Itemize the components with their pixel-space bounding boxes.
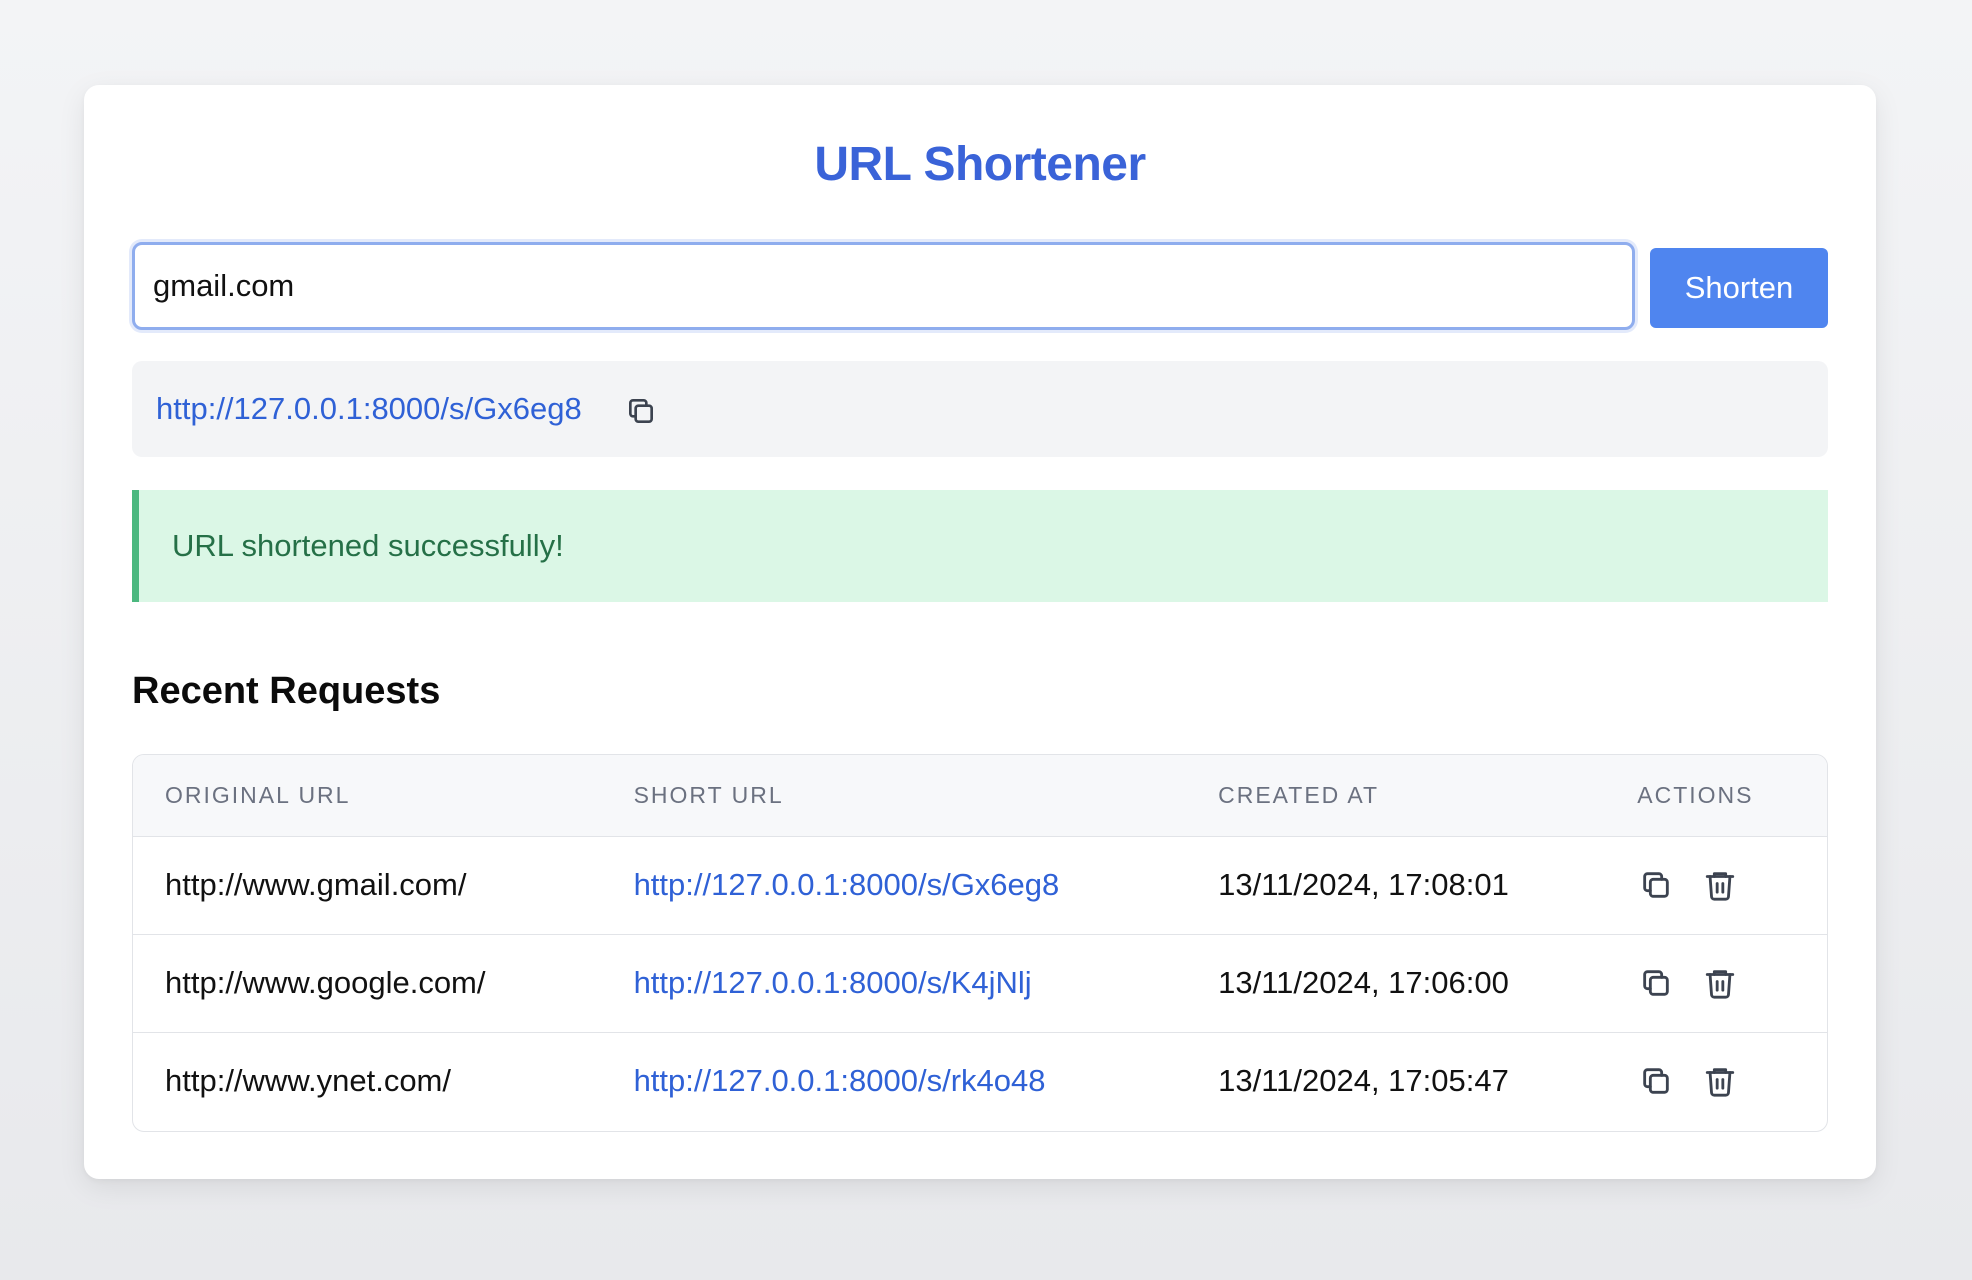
- url-input[interactable]: [132, 242, 1635, 330]
- shorten-button[interactable]: Shorten: [1650, 248, 1828, 328]
- trash-icon[interactable]: [1703, 868, 1737, 902]
- table-row: http://www.gmail.com/ http://127.0.0.1:8…: [133, 836, 1827, 934]
- column-header-short-url: SHORT URL: [601, 755, 1187, 837]
- column-header-original-url: ORIGINAL URL: [133, 755, 602, 837]
- success-alert: URL shortened successfully!: [132, 490, 1828, 602]
- table-header-row: ORIGINAL URL SHORT URL CREATED AT ACTION…: [133, 755, 1827, 837]
- row-actions: [1637, 868, 1827, 902]
- short-url-link[interactable]: http://127.0.0.1:8000/s/Gx6eg8: [634, 867, 1060, 902]
- created-at-cell: 13/11/2024, 17:05:47: [1186, 1031, 1606, 1130]
- copy-icon[interactable]: [1639, 1064, 1673, 1098]
- recent-requests-table: ORIGINAL URL SHORT URL CREATED AT ACTION…: [132, 754, 1828, 1132]
- table-row: http://www.ynet.com/ http://127.0.0.1:80…: [133, 1031, 1827, 1130]
- alert-message: URL shortened successfully!: [172, 528, 564, 563]
- short-url-link[interactable]: http://127.0.0.1:8000/s/rk4o48: [634, 1063, 1046, 1098]
- created-at-cell: 13/11/2024, 17:06:00: [1186, 933, 1606, 1032]
- table-row: http://www.google.com/ http://127.0.0.1:…: [133, 933, 1827, 1032]
- copy-icon[interactable]: [1639, 868, 1673, 902]
- recent-requests-title: Recent Requests: [132, 670, 441, 712]
- trash-icon[interactable]: [1703, 1064, 1737, 1098]
- short-url-result: http://127.0.0.1:8000/s/Gx6eg8: [132, 361, 1828, 457]
- short-url-link[interactable]: http://127.0.0.1:8000/s/K4jNlj: [634, 965, 1032, 1000]
- created-at-cell: 13/11/2024, 17:08:01: [1218, 867, 1509, 902]
- page-title: URL Shortener: [814, 138, 1146, 191]
- copy-icon[interactable]: [1639, 966, 1673, 1000]
- original-url-cell: http://www.ynet.com/: [133, 1031, 602, 1130]
- short-url-link[interactable]: http://127.0.0.1:8000/s/Gx6eg8: [156, 391, 582, 427]
- trash-icon[interactable]: [1703, 966, 1737, 1000]
- original-url-cell: http://www.gmail.com/: [165, 867, 467, 902]
- original-url-cell: http://www.google.com/: [133, 933, 602, 1032]
- row-actions: [1637, 1064, 1827, 1098]
- column-header-created-at: CREATED AT: [1186, 755, 1606, 837]
- row-actions: [1637, 966, 1827, 1000]
- copy-icon[interactable]: [625, 395, 657, 427]
- url-shortener-card: URL Shortener Shorten http://127.0.0.1:8…: [84, 85, 1876, 1179]
- column-header-actions: ACTIONS: [1605, 755, 1827, 837]
